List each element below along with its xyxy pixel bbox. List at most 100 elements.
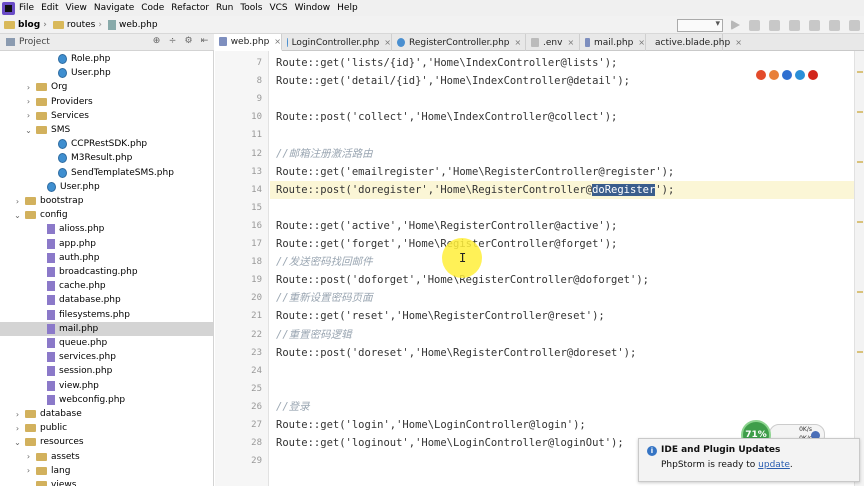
locate-icon[interactable]: ⊕ (151, 36, 162, 47)
run-icon[interactable] (731, 20, 740, 30)
code-line[interactable]: Route::get('login','Home\LoginController… (276, 416, 586, 434)
close-tab-icon[interactable]: × (638, 38, 645, 47)
tree-item[interactable]: › assets (0, 450, 213, 464)
tree-item[interactable]: webconfig.php (0, 393, 213, 407)
expand-arrow-icon[interactable]: › (24, 452, 33, 461)
menu-help[interactable]: Help (337, 3, 358, 13)
menu-edit[interactable]: Edit (41, 3, 58, 13)
tab--env[interactable]: .env × (527, 34, 580, 51)
code-line[interactable]: Route::post('doregister','Home\RegisterC… (270, 180, 854, 199)
project-panel-title[interactable]: Project (19, 37, 50, 47)
tree-item[interactable]: ⌄ views (0, 478, 213, 486)
editor-scrollbar[interactable] (854, 51, 864, 486)
tree-item[interactable]: broadcasting.php (0, 265, 213, 279)
expand-arrow-icon[interactable]: › (24, 97, 33, 106)
close-tab-icon[interactable]: × (384, 38, 391, 47)
menu-tools[interactable]: Tools (240, 3, 262, 13)
code-line[interactable]: Route::get('emailregister','Home\Registe… (276, 163, 674, 181)
tree-item[interactable]: ⌄ SMS (0, 123, 213, 137)
tree-item[interactable]: User.php (0, 66, 213, 80)
vcs-update-icon[interactable] (809, 19, 820, 31)
menu-window[interactable]: Window (295, 3, 331, 13)
code-comment-line[interactable]: //登录 (276, 398, 310, 416)
menu-vcs[interactable]: VCS (269, 3, 287, 13)
code-line[interactable]: Route::get('loginout','Home\LoginControl… (276, 434, 624, 452)
tree-item[interactable]: › Org (0, 80, 213, 94)
tree-item[interactable]: › Services (0, 109, 213, 123)
close-tab-icon[interactable]: × (735, 38, 742, 47)
menu-navigate[interactable]: Navigate (94, 3, 134, 13)
code-line[interactable]: Route::get('lists/{id}','Home\IndexContr… (276, 54, 617, 72)
code-line[interactable]: Route::get('reset','Home\RegisterControl… (276, 307, 605, 325)
expand-arrow-icon[interactable]: ⌄ (13, 211, 22, 220)
tree-item[interactable]: view.php (0, 379, 213, 393)
opera-icon[interactable] (808, 70, 818, 80)
expand-arrow-icon[interactable]: › (24, 466, 33, 475)
coverage-icon[interactable] (769, 19, 780, 31)
tree-item[interactable]: › lang (0, 464, 213, 478)
close-tab-icon[interactable]: × (515, 38, 522, 47)
menu-view[interactable]: View (66, 3, 87, 13)
tree-item[interactable]: Role.php (0, 52, 213, 66)
hide-panel-icon[interactable]: ⇤ (199, 36, 210, 47)
close-tab-icon[interactable]: × (567, 38, 574, 47)
expand-arrow-icon[interactable]: › (24, 111, 33, 120)
tree-item[interactable]: cache.php (0, 279, 213, 293)
code-line[interactable]: Route::post('collect','Home\IndexControl… (276, 108, 617, 126)
chrome-icon[interactable] (756, 70, 766, 80)
tree-item[interactable]: User.php (0, 180, 213, 194)
tree-item[interactable]: services.php (0, 350, 213, 364)
menu-run[interactable]: Run (216, 3, 233, 13)
menu-refactor[interactable]: Refactor (171, 3, 209, 13)
menu-file[interactable]: File (19, 3, 34, 13)
menu-code[interactable]: Code (141, 3, 164, 13)
ie-icon[interactable] (782, 70, 792, 80)
tree-item[interactable]: auth.php (0, 251, 213, 265)
edge-icon[interactable] (795, 70, 805, 80)
expand-arrow-icon[interactable]: › (13, 410, 22, 419)
expand-arrow-icon[interactable]: › (13, 197, 22, 206)
tree-item[interactable]: CCPRestSDK.php (0, 137, 213, 151)
code-comment-line[interactable]: //发送密码找回邮件 (276, 253, 373, 271)
expand-arrow-icon[interactable]: ⌄ (24, 126, 33, 135)
tree-item[interactable]: mail.php (0, 321, 213, 336)
breadcrumb-folder[interactable]: routes › (52, 20, 105, 30)
tab-active-blade-php[interactable]: active.blade.php × (647, 34, 742, 51)
code-line[interactable]: Route::get('detail/{id}','Home\IndexCont… (276, 72, 630, 90)
expand-arrow-icon[interactable]: › (24, 83, 33, 92)
tree-item[interactable]: queue.php (0, 336, 213, 350)
update-link[interactable]: update (758, 460, 790, 470)
run-config-select[interactable] (677, 18, 723, 32)
tree-item[interactable]: ⌄ resources (0, 435, 213, 449)
close-tab-icon[interactable]: × (274, 37, 281, 46)
stop-icon[interactable] (789, 19, 800, 31)
tree-item[interactable]: › Providers (0, 95, 213, 109)
update-notification[interactable]: i IDE and Plugin Updates PhpStorm is rea… (638, 438, 860, 482)
tree-item[interactable]: M3Result.php (0, 151, 213, 165)
tree-item[interactable]: app.php (0, 237, 213, 251)
code-comment-line[interactable]: //邮箱注册激活路由 (276, 145, 373, 163)
selected-text[interactable]: doRegister (592, 183, 656, 196)
tree-item[interactable]: › public (0, 421, 213, 435)
debug-icon[interactable] (749, 19, 760, 31)
code-line[interactable]: Route::get('active','Home\RegisterContro… (276, 217, 617, 235)
code-line[interactable]: Route::post('doreset','Home\RegisterCont… (276, 344, 636, 362)
vcs-commit-icon[interactable] (829, 19, 840, 31)
code-comment-line[interactable]: //重新设置密码页面 (276, 289, 373, 307)
tree-item[interactable]: › database (0, 407, 213, 421)
tree-item[interactable]: ⌄ config (0, 208, 213, 222)
tab-registercontroller-php[interactable]: RegisterController.php × (393, 34, 526, 51)
firefox-icon[interactable] (769, 70, 779, 80)
tree-item[interactable]: › bootstrap (0, 194, 213, 208)
tree-item[interactable]: SendTemplateSMS.php (0, 166, 213, 180)
expand-arrow-icon[interactable]: › (13, 424, 22, 433)
settings-gear-icon[interactable]: ⚙ (183, 36, 194, 47)
tab-web-php[interactable]: web.php × (215, 34, 282, 51)
tab-logincontroller-php[interactable]: LoginController.php × (283, 34, 392, 51)
search-icon[interactable] (849, 19, 860, 31)
tree-item[interactable]: session.php (0, 364, 213, 378)
code-comment-line[interactable]: //重置密码逻辑 (276, 326, 352, 344)
tab-mail-php[interactable]: mail.php × (581, 34, 646, 51)
tree-item[interactable]: database.php (0, 293, 213, 307)
expand-arrow-icon[interactable]: ⌄ (24, 481, 33, 486)
